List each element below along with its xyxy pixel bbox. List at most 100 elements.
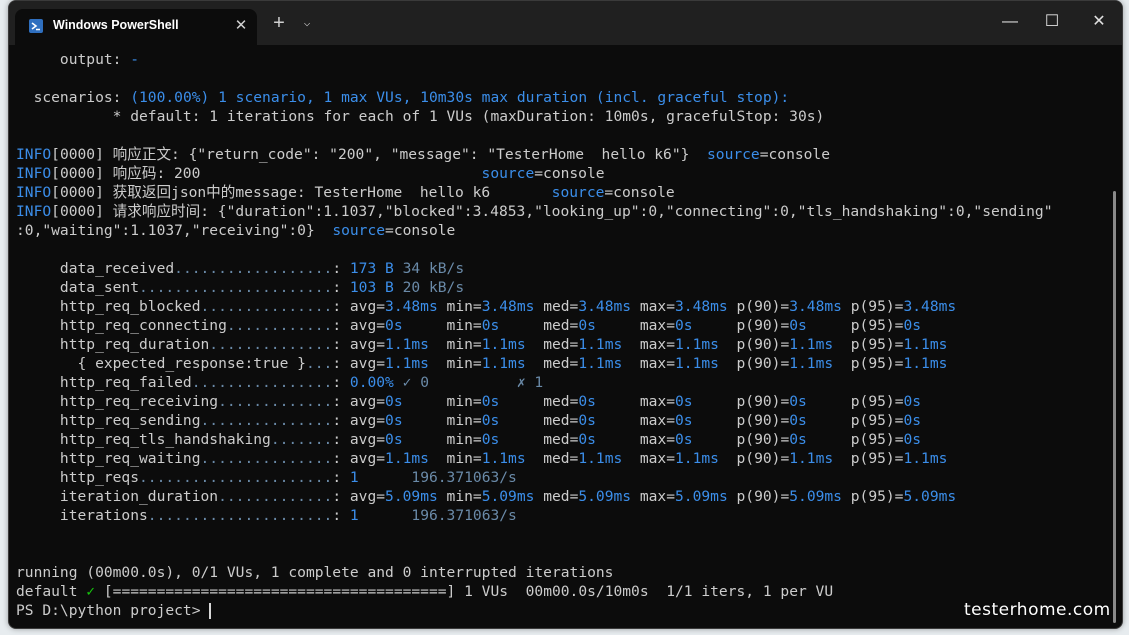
terminal-text: min= <box>437 488 482 505</box>
terminal-text: ...................... <box>139 279 333 296</box>
tab-title: Windows PowerShell <box>53 18 179 32</box>
terminal-text: ............ <box>226 317 333 334</box>
terminal-text: 0s <box>385 431 403 448</box>
terminal-text: 0s <box>789 393 807 410</box>
chevron-down-icon[interactable]: ⌵ <box>299 15 315 31</box>
powershell-icon <box>29 19 43 33</box>
terminal-text: med= <box>499 431 579 448</box>
terminal-text: max= <box>622 336 675 353</box>
terminal-text: 0s <box>481 393 500 410</box>
terminal-text: 0s <box>578 431 596 448</box>
terminal-line: default ✓ [=============================… <box>16 582 833 601</box>
terminal-text: (100.00%) 1 scenario, 1 max VUs, 10m30s … <box>130 89 790 106</box>
terminal-text: .............. <box>209 336 333 353</box>
terminal-text: 0s <box>481 412 500 429</box>
terminal-text: { expected_response:true } <box>16 355 306 372</box>
terminal-text: : <box>332 507 350 524</box>
terminal-text: 0s <box>675 431 693 448</box>
terminal-text: 3.48ms <box>481 298 535 315</box>
terminal-text: 3.48ms <box>675 298 728 315</box>
terminal-text: min= <box>402 317 482 334</box>
terminal-text: 196.371063/s <box>358 469 517 486</box>
terminal-text: : <box>332 279 350 296</box>
terminal-text: 0s <box>675 317 693 334</box>
terminal-line: PS D:\python project> <box>16 601 212 620</box>
terminal-output[interactable]: output: - scenarios: (100.00%) 1 scenari… <box>9 45 1109 628</box>
terminal-line: http_req_tls_handshaking.......: avg=0s … <box>16 430 921 449</box>
terminal-text: [0000] 获取返回json中的message: TesterHome hel… <box>51 184 552 201</box>
terminal-text: p(95)= <box>806 317 904 334</box>
terminal-text: p(90)= <box>727 488 790 505</box>
terminal-text: med= <box>534 298 579 315</box>
terminal-text: http_req_waiting <box>16 450 201 467</box>
terminal-line: running (00m00.0s), 0/1 VUs, 1 complete … <box>16 563 613 582</box>
terminal-line: :0,"waiting":1.1037,"receiving":0} sourc… <box>16 221 455 240</box>
terminal-text: 0s <box>481 317 500 334</box>
close-button[interactable]: ✕ <box>1086 11 1112 33</box>
terminal-text: p(90)= <box>727 298 790 315</box>
terminal-line: iterations.....................: 1 196.3… <box>16 506 517 525</box>
terminal-text: 34 kB/s <box>393 260 465 277</box>
terminal-text: =console <box>534 165 605 182</box>
terminal-text: : avg= <box>332 393 386 410</box>
terminal-text: 1.1ms <box>385 336 429 353</box>
terminal-text: =console <box>385 222 456 239</box>
terminal-text: p(95)= <box>806 412 904 429</box>
terminal-text: 5.09ms <box>385 488 438 505</box>
terminal-text: max= <box>595 317 675 334</box>
terminal-line: * default: 1 iterations for each of 1 VU… <box>16 107 825 126</box>
terminal-text: 103 B <box>349 279 394 296</box>
tab-close-icon[interactable]: ✕ <box>233 18 249 34</box>
new-tab-button[interactable]: + <box>270 13 288 33</box>
terminal-text: max= <box>631 298 675 315</box>
terminal-text: 1.1ms <box>675 336 719 353</box>
terminal-text: p(90)= <box>718 336 790 353</box>
title-bar: Windows PowerShell ✕ + ⌵ — ☐ ✕ <box>9 1 1122 45</box>
terminal-text: data_sent <box>16 279 140 296</box>
tab-windows-powershell[interactable]: Windows PowerShell ✕ <box>15 9 257 45</box>
terminal-line: http_req_sending...............: avg=0s … <box>16 411 921 430</box>
terminal-text: ... <box>305 355 333 372</box>
terminal-text: 3.48ms <box>789 298 842 315</box>
terminal-text: ................ <box>191 374 333 391</box>
terminal-text: med= <box>499 412 579 429</box>
terminal-text: [======================================]… <box>95 583 834 600</box>
terminal-line: INFO[0000] 响应正文: {"return_code": "200", … <box>16 145 830 164</box>
terminal-text: =console <box>759 146 831 163</box>
terminal-text: p(95)= <box>806 431 904 448</box>
terminal-line: { expected_response:true }...: avg=1.1ms… <box>16 354 948 373</box>
terminal-text: 1.1ms <box>903 355 948 372</box>
minimize-button[interactable]: — <box>997 11 1023 33</box>
terminal-text: max= <box>631 488 676 505</box>
terminal-text: : <box>332 260 350 277</box>
terminal-text: ............... <box>200 298 333 315</box>
terminal-text: 5.09ms <box>903 488 957 505</box>
terminal-text: 1.1ms <box>385 450 429 467</box>
terminal-text: 5.09ms <box>481 488 535 505</box>
terminal-text: 1.1ms <box>481 450 526 467</box>
terminal-text: 0s <box>903 412 922 429</box>
terminal-text: http_req_receiving <box>16 393 219 410</box>
terminal-text: min= <box>402 412 482 429</box>
terminal-text: PS D:\python project> <box>16 602 210 619</box>
terminal-text: min= <box>402 431 482 448</box>
terminal-text: :0,"waiting":1.1037,"receiving":0} <box>16 222 333 239</box>
terminal-line: http_req_receiving.............: avg=0s … <box>16 392 921 411</box>
terminal-text: 0s <box>675 393 693 410</box>
terminal-text: 5.09ms <box>789 488 842 505</box>
terminal-text: p(90)= <box>718 450 790 467</box>
terminal-text: running (00m00.0s), 0/1 VUs, 1 complete … <box>16 564 614 581</box>
terminal-text: .................. <box>174 260 333 277</box>
terminal-text: 0s <box>675 412 693 429</box>
maximize-button[interactable]: ☐ <box>1039 11 1065 33</box>
scrollbar[interactable] <box>1113 191 1116 623</box>
terminal-text: default <box>16 583 87 600</box>
terminal-text: 1.1ms <box>789 450 834 467</box>
watermark: testerhome.com <box>964 600 1111 620</box>
terminal-text: med= <box>525 336 579 353</box>
terminal-text: http_req_connecting <box>16 317 227 334</box>
terminal-text: 1.1ms <box>578 355 623 372</box>
terminal-text: med= <box>525 450 579 467</box>
terminal-text: : avg= <box>332 336 386 353</box>
terminal-text: 1.1ms <box>481 355 526 372</box>
